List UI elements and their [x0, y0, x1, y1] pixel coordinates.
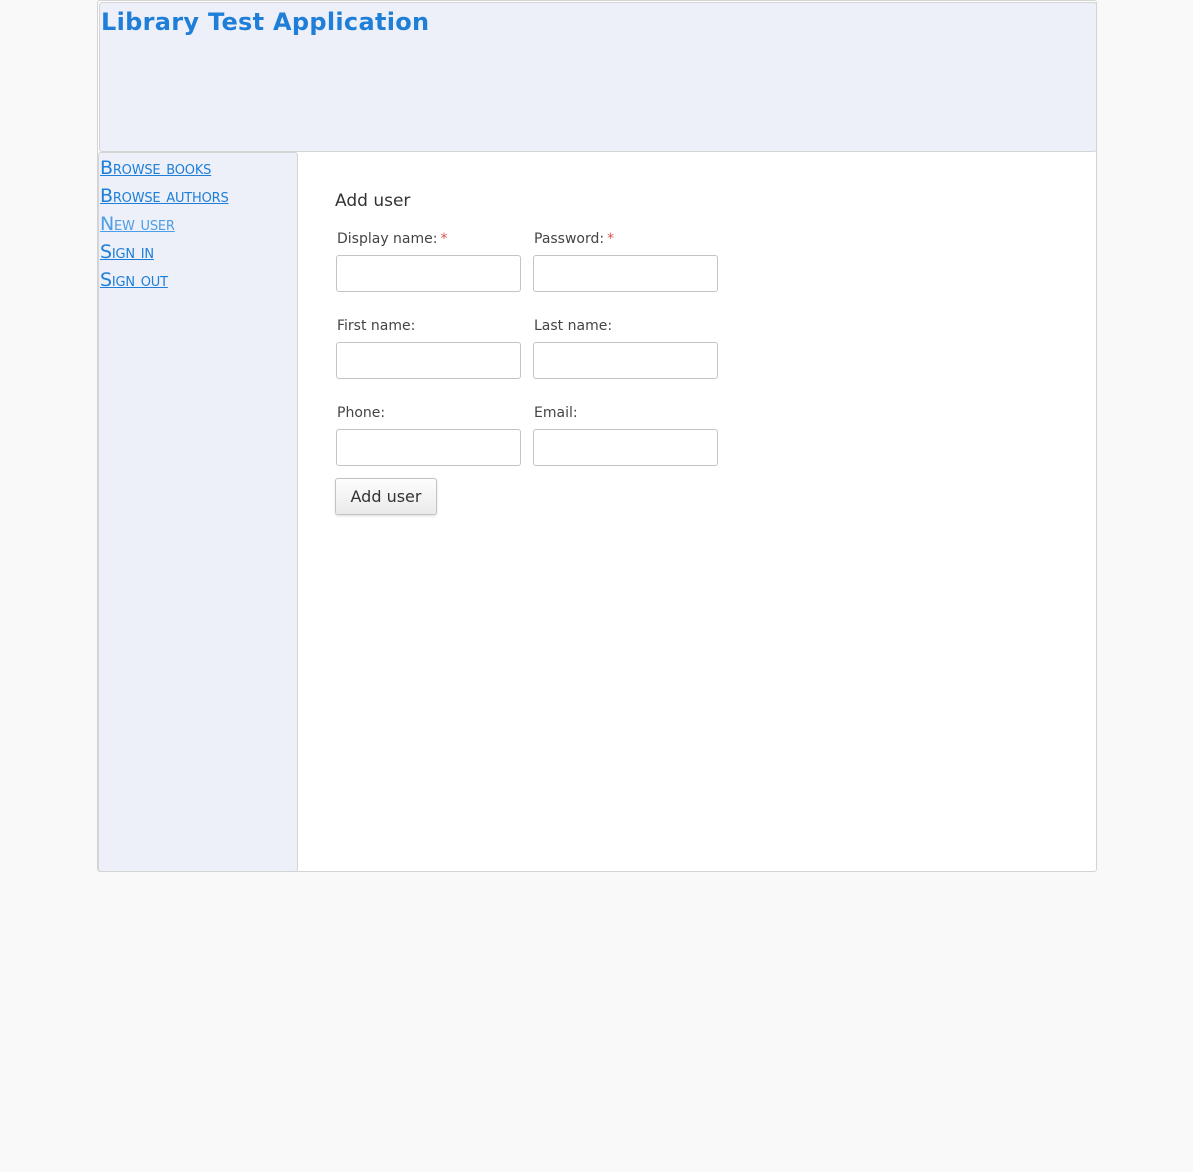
browse-authors-link[interactable]: Browse authors — [100, 185, 229, 207]
main-content: Add user Display name: * Password: * First… — [299, 153, 1096, 871]
sidebar-item-browse-authors: Browse authors — [100, 182, 229, 210]
sidebar: Browse books Browse authors New user Sig… — [98, 152, 298, 872]
first-name-input[interactable] — [336, 342, 521, 379]
nav-list: Browse books Browse authors New user Sig… — [100, 154, 229, 294]
display-name-input[interactable] — [336, 255, 521, 292]
sidebar-item-browse-books: Browse books — [100, 154, 229, 182]
email-input[interactable] — [533, 429, 718, 466]
last-name-group: Last name: — [533, 316, 719, 379]
sidebar-item-sign-in: Sign in — [100, 238, 229, 266]
required-marker: * — [440, 231, 448, 247]
sign-in-link[interactable]: Sign in — [100, 241, 154, 263]
header-banner: Library Test Application — [99, 2, 1097, 152]
email-label: Email: — [534, 405, 578, 421]
browse-books-link[interactable]: Browse books — [100, 157, 211, 179]
required-marker: * — [607, 231, 615, 247]
phone-group: Phone: — [336, 403, 522, 466]
last-name-label: Last name: — [534, 318, 613, 334]
display-name-label-text: Display name: — [337, 231, 438, 247]
last-name-input[interactable] — [533, 342, 718, 379]
sidebar-item-sign-out: Sign out — [100, 266, 229, 294]
app-title: Library Test Application — [101, 8, 430, 36]
sidebar-item-new-user: New user — [100, 210, 229, 238]
sign-out-link[interactable]: Sign out — [100, 269, 168, 291]
first-name-label: First name: — [337, 318, 416, 334]
add-user-button[interactable]: Add user — [335, 478, 437, 515]
phone-input[interactable] — [336, 429, 521, 466]
password-group: Password: * — [533, 229, 719, 292]
password-input[interactable] — [533, 255, 718, 292]
form-title: Add user — [335, 191, 411, 211]
page-container: Library Test Application Browse books Br… — [97, 0, 1097, 872]
display-name-label: Display name: * — [337, 229, 522, 249]
phone-label: Phone: — [337, 405, 386, 421]
new-user-link[interactable]: New user — [100, 213, 175, 235]
first-name-group: First name: — [336, 316, 522, 379]
password-label-text: Password: — [534, 231, 605, 247]
email-group: Email: — [533, 403, 719, 466]
display-name-group: Display name: * — [336, 229, 522, 292]
password-label: Password: * — [534, 229, 719, 249]
